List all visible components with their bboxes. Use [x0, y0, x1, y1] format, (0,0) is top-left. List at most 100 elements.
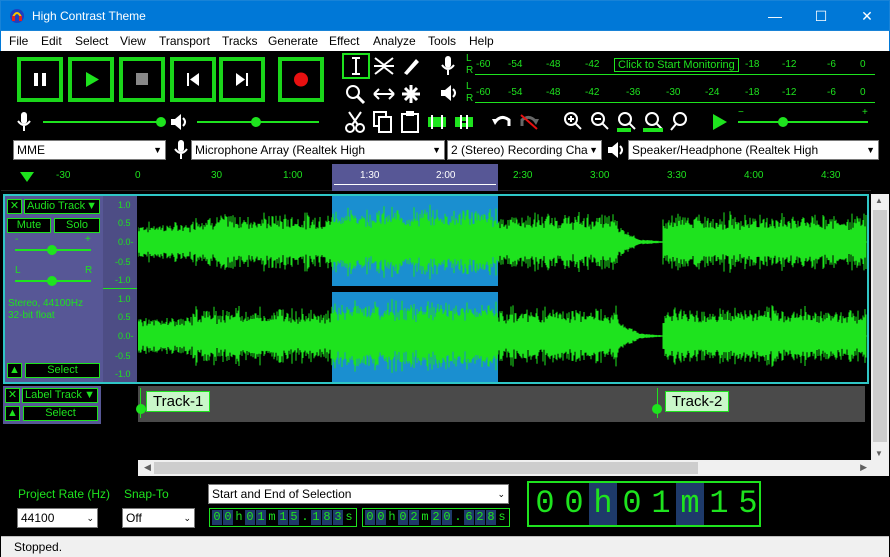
selection-tool-icon[interactable] [342, 53, 370, 79]
menu-select[interactable]: Select [75, 34, 108, 48]
track-select-button[interactable]: Select [25, 363, 100, 378]
copy-icon[interactable] [372, 110, 394, 134]
playback-meter[interactable]: -60 -54 -48 -42 -36 -30 -24 -18 -12 -6 0 [475, 79, 875, 106]
selection-end-time[interactable]: 00h02m20.628s [362, 508, 510, 527]
gain-thumb[interactable] [47, 245, 57, 255]
menu-analyze[interactable]: Analyze [373, 34, 416, 48]
audio-host-select[interactable]: MME ▼ [13, 140, 166, 160]
label-marker[interactable] [136, 404, 146, 414]
play-speed-slider[interactable] [738, 121, 868, 123]
draw-tool-icon[interactable] [400, 55, 422, 77]
recording-device-select[interactable]: Microphone Array (Realtek High ▼ [191, 140, 445, 160]
menu-help[interactable]: Help [469, 34, 494, 48]
fit-project-icon[interactable] [642, 110, 664, 134]
pause-icon [34, 73, 46, 86]
trim-audio-icon[interactable] [426, 113, 448, 131]
menu-effect[interactable]: Effect [329, 34, 359, 48]
track-menu-button[interactable]: Audio Track ▼ [24, 199, 100, 214]
collapse-track-button[interactable]: ▲ [7, 363, 22, 378]
zoom-out-icon[interactable] [589, 110, 611, 132]
playback-volume-thumb[interactable] [251, 117, 261, 127]
snap-to-select[interactable]: Off ⌄ [122, 508, 195, 528]
play-at-speed-icon[interactable] [709, 112, 729, 132]
recording-volume-thumb[interactable] [156, 117, 166, 127]
scroll-right-icon[interactable]: ▶ [860, 462, 867, 473]
record-button[interactable] [278, 57, 324, 102]
time-digit: 1 [256, 510, 266, 525]
skip-to-start-button[interactable] [170, 57, 216, 102]
label-text-track-2[interactable]: Track-2 [665, 391, 730, 412]
menu-tracks[interactable]: Tracks [222, 34, 258, 48]
menu-tools[interactable]: Tools [428, 34, 456, 48]
ruler-tick: 2:00 [436, 170, 456, 181]
play-speed-thumb[interactable] [778, 117, 788, 127]
vertical-scrollbar[interactable]: ▲ ▼ [871, 194, 889, 460]
menu-view[interactable]: View [120, 34, 146, 48]
record-meter-mic-icon[interactable] [439, 55, 457, 77]
scroll-up-icon[interactable]: ▲ [875, 196, 883, 205]
zoom-in-icon[interactable] [562, 110, 584, 132]
time-digit: 1 [651, 485, 671, 522]
fit-selection-icon[interactable] [615, 110, 637, 134]
selection-mode-select[interactable]: Start and End of Selection ⌄ [208, 484, 509, 504]
multi-tool-icon[interactable] [400, 83, 422, 105]
paste-icon[interactable] [399, 110, 421, 134]
horizontal-scroll-thumb[interactable] [154, 462, 698, 474]
menu-file[interactable]: File [9, 34, 28, 48]
pan-thumb[interactable] [47, 276, 57, 286]
collapse-label-track-button[interactable]: ▲ [5, 406, 20, 421]
stop-button[interactable] [119, 57, 165, 102]
audio-position-time[interactable]: 00h01m15 [527, 481, 761, 527]
playback-volume-speaker-icon [171, 114, 186, 130]
silence-audio-icon[interactable] [453, 113, 475, 131]
time-unit: . [454, 510, 462, 524]
track-control-panel: ✕ Audio Track ▼ Mute Solo - + L R Stereo,… [5, 196, 103, 382]
minimize-button[interactable]: — [752, 1, 798, 31]
project-rate-select[interactable]: 44100 ⌄ [17, 508, 98, 528]
time-unit: h [388, 510, 396, 524]
label-track-area[interactable] [138, 386, 865, 422]
playback-meter-speaker-icon[interactable] [439, 83, 459, 103]
time-shift-tool-icon[interactable] [372, 83, 396, 105]
recording-device-mic-icon [174, 140, 188, 159]
playback-device-select[interactable]: Speaker/Headphone (Realtek High ▼ [628, 140, 879, 160]
collapse-up-icon: ▲ [7, 407, 18, 419]
pin-playhead-icon[interactable] [19, 171, 35, 183]
scroll-down-icon[interactable]: ▼ [875, 449, 883, 458]
label-track-menu-button[interactable]: Label Track ▼ [22, 388, 98, 403]
time-digit: 2 [475, 510, 485, 525]
track-close-button[interactable]: ✕ [7, 199, 22, 214]
zoom-toggle-icon[interactable] [669, 110, 691, 132]
envelope-tool-icon[interactable] [372, 55, 396, 77]
label-track-select-button[interactable]: Select [23, 406, 98, 421]
scroll-left-icon[interactable]: ◀ [144, 462, 151, 473]
maximize-button[interactable]: ☐ [798, 1, 844, 31]
redo-icon[interactable] [518, 112, 540, 132]
chevron-down-icon: ⌄ [86, 513, 94, 523]
label-text-track-1[interactable]: Track-1 [146, 391, 211, 412]
menu-edit[interactable]: Edit [41, 34, 62, 48]
menu-transport[interactable]: Transport [159, 34, 210, 48]
vertical-scroll-thumb[interactable] [873, 210, 887, 442]
ruler-tick: 4:30 [821, 170, 841, 181]
menu-generate[interactable]: Generate [268, 34, 318, 48]
skip-to-end-button[interactable] [219, 57, 265, 102]
play-button[interactable] [68, 57, 114, 102]
mute-button[interactable]: Mute [7, 218, 51, 233]
start-monitoring-button[interactable]: Click to Start Monitoring [614, 58, 739, 72]
close-button[interactable]: ✕ [844, 1, 890, 31]
zoom-tool-icon[interactable] [344, 83, 368, 105]
timeline-ruler[interactable]: -30 0 30 1:00 1:30 2:00 2:30 3:00 3:30 4… [1, 164, 871, 191]
recording-volume-slider[interactable] [43, 121, 165, 123]
cut-icon[interactable] [344, 110, 366, 134]
selection-start-time[interactable]: 00h01m15.183s [209, 508, 357, 527]
label-track-close-button[interactable]: ✕ [5, 388, 20, 403]
waveform-area[interactable] [138, 196, 867, 382]
pause-button[interactable] [17, 57, 63, 102]
solo-button[interactable]: Solo [54, 218, 100, 233]
label-marker[interactable] [652, 404, 662, 414]
recording-channels-select[interactable]: 2 (Stereo) Recording Cha ▼ [447, 140, 602, 160]
record-meter[interactable]: -60 -54 -48 -42 -18 -12 -6 0 Click to St… [475, 51, 875, 78]
horizontal-scrollbar[interactable]: ◀ ▶ [138, 460, 871, 476]
undo-icon[interactable] [491, 112, 513, 132]
